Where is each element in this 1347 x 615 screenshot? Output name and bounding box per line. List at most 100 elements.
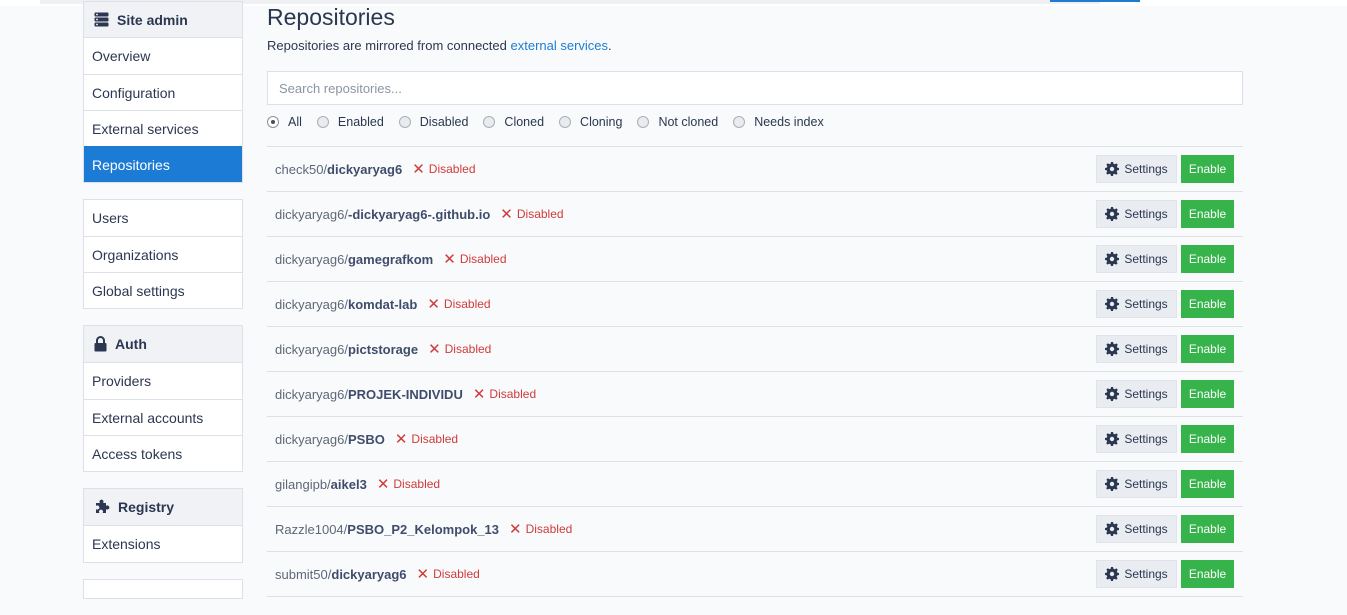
repo-row: Razzle1004/PSBO_P2_Kelompok_13 ✕ Disabled S… [267,507,1243,552]
repo-link[interactable]: gilangipb/aikel3 [275,477,367,492]
filter-not-cloned[interactable]: Not cloned [637,115,718,129]
repo-name: gamegrafkom [347,251,434,267]
radio-button[interactable] [637,116,650,128]
repo-actions: Settings Enable [1096,335,1234,363]
gear-icon [1105,162,1120,176]
repo-link[interactable]: check50/dickyaryag6 [275,162,402,177]
subtitle-suffix: . [608,38,612,53]
radio-button[interactable] [483,116,496,128]
radio-button[interactable] [316,116,329,128]
settings-label: Settings [1124,432,1168,446]
settings-button[interactable]: Settings [1096,425,1177,453]
repo-row: dickyaryag6/-dickyaryag6-.github.io ✕ Disa… [267,192,1243,237]
sidebar-item-users[interactable]: Users [84,200,242,236]
repo-owner: dickyaryag6/ [275,341,348,357]
auth-title: Auth [115,336,147,352]
repo-owner: Razzle1004/ [275,521,348,537]
enable-button[interactable]: Enable [1181,290,1234,318]
repo-actions: Settings Enable [1096,515,1234,543]
repo-link[interactable]: submit50/dickyaryag6 [275,567,407,582]
filter-cloned[interactable]: Cloned [483,115,544,129]
repo-link[interactable]: dickyaryag6/PROJEK-INDIVIDU [275,387,463,402]
enable-button[interactable]: Enable [1181,335,1234,363]
settings-button[interactable]: Settings [1096,200,1177,228]
next-panel-partial [83,579,243,599]
external-services-link[interactable]: external services [511,38,609,53]
filter-disabled[interactable]: Disabled [398,115,469,129]
filter-label: Disabled [419,115,469,129]
status-badge: ✕ Disabled [500,207,563,222]
repo-owner: check50/ [275,161,328,177]
repo-row: dickyaryag6/PSBO ✕ Disabled Settings Enable [267,417,1243,462]
filter-cloning[interactable]: Cloning [559,115,622,129]
settings-button[interactable]: Settings [1096,560,1177,588]
close-icon: ✕ [428,340,441,358]
repo-link[interactable]: dickyaryag6/komdat-lab [275,297,417,312]
filter-label: Cloning [580,115,623,129]
status-text: Disabled [433,567,480,581]
repo-actions: Settings Enable [1096,290,1234,318]
settings-label: Settings [1124,567,1168,581]
sidebar-item-external-accounts[interactable]: External accounts [84,399,242,435]
settings-button[interactable]: Settings [1096,290,1177,318]
close-icon: ✕ [472,385,486,403]
sidebar-item-organizations[interactable]: Organizations [84,236,242,272]
repo-owner: dickyaryag6/ [275,296,348,312]
radio-button[interactable] [733,116,746,128]
sidebar-item-external-services[interactable]: External services [84,110,242,146]
sidebar-item-access-tokens[interactable]: Access tokens [84,435,242,471]
radio-button[interactable] [267,116,279,128]
close-icon: ✕ [394,430,408,448]
repo-actions: Settings Enable [1096,245,1234,273]
enable-button[interactable]: Enable [1181,200,1234,228]
repo-row: dickyaryag6/gamegrafkom ✕ Disabled Settings… [267,237,1243,282]
filter-label: Enabled [337,115,384,129]
settings-button[interactable]: Settings [1096,245,1177,273]
repo-owner: dickyaryag6/ [275,251,348,267]
sidebar-item-repositories[interactable]: Repositories [84,146,242,182]
sidebar-item-providers[interactable]: Providers [84,363,242,399]
settings-button[interactable]: Settings [1096,515,1177,543]
radio-button[interactable] [398,116,411,128]
enable-button[interactable]: Enable [1181,380,1234,408]
sidebar-item-extensions[interactable]: Extensions [84,526,242,562]
enable-button[interactable]: Enable [1181,425,1234,453]
filter-needs-index[interactable]: Needs index [733,115,824,129]
filter-label: Cloned [504,115,545,129]
repo-row: gilangipb/aikel3 ✕ Disabled Settings Enable [267,462,1243,507]
repo-owner: dickyaryag6/ [275,431,348,447]
repo-name: komdat-lab [347,296,418,312]
repo-link[interactable]: dickyaryag6/-dickyaryag6-.github.io [275,207,490,222]
enable-button[interactable]: Enable [1181,515,1234,543]
sidebar-item-global-settings[interactable]: Global settings [84,272,242,308]
repo-actions: Settings Enable [1096,425,1234,453]
settings-label: Settings [1124,297,1168,311]
sidebar-item-overview[interactable]: Overview [84,38,242,74]
repo-link[interactable]: dickyaryag6/pictstorage [275,342,418,357]
settings-label: Settings [1124,162,1168,176]
enable-button[interactable]: Enable [1181,155,1234,183]
filter-enabled[interactable]: Enabled [316,115,384,129]
status-text: Disabled [489,387,537,401]
users-panel: Users Organizations Global settings [83,199,243,309]
enable-button[interactable]: Enable [1181,560,1234,588]
registry-header: Registry [84,489,242,526]
settings-button[interactable]: Settings [1096,335,1177,363]
filter-all[interactable]: All [267,115,302,129]
repo-name: dickyaryag6 [327,161,403,177]
repo-owner: submit50/ [275,566,332,582]
settings-label: Settings [1124,522,1168,536]
repo-link[interactable]: dickyaryag6/PSBO [275,432,385,447]
status-badge: ✕ Disabled [417,567,480,582]
enable-button[interactable]: Enable [1181,245,1234,273]
repo-link[interactable]: Razzle1004/PSBO_P2_Kelompok_13 [275,522,499,537]
sidebar-item-configuration[interactable]: Configuration [84,74,242,110]
settings-button[interactable]: Settings [1096,155,1177,183]
search-input[interactable] [267,71,1243,105]
enable-button[interactable]: Enable [1181,470,1234,498]
settings-button[interactable]: Settings [1096,470,1177,498]
repo-name: dickyaryag6 [331,566,407,582]
repo-link[interactable]: dickyaryag6/gamegrafkom [275,252,433,267]
radio-button[interactable] [559,116,572,128]
settings-button[interactable]: Settings [1096,380,1177,408]
